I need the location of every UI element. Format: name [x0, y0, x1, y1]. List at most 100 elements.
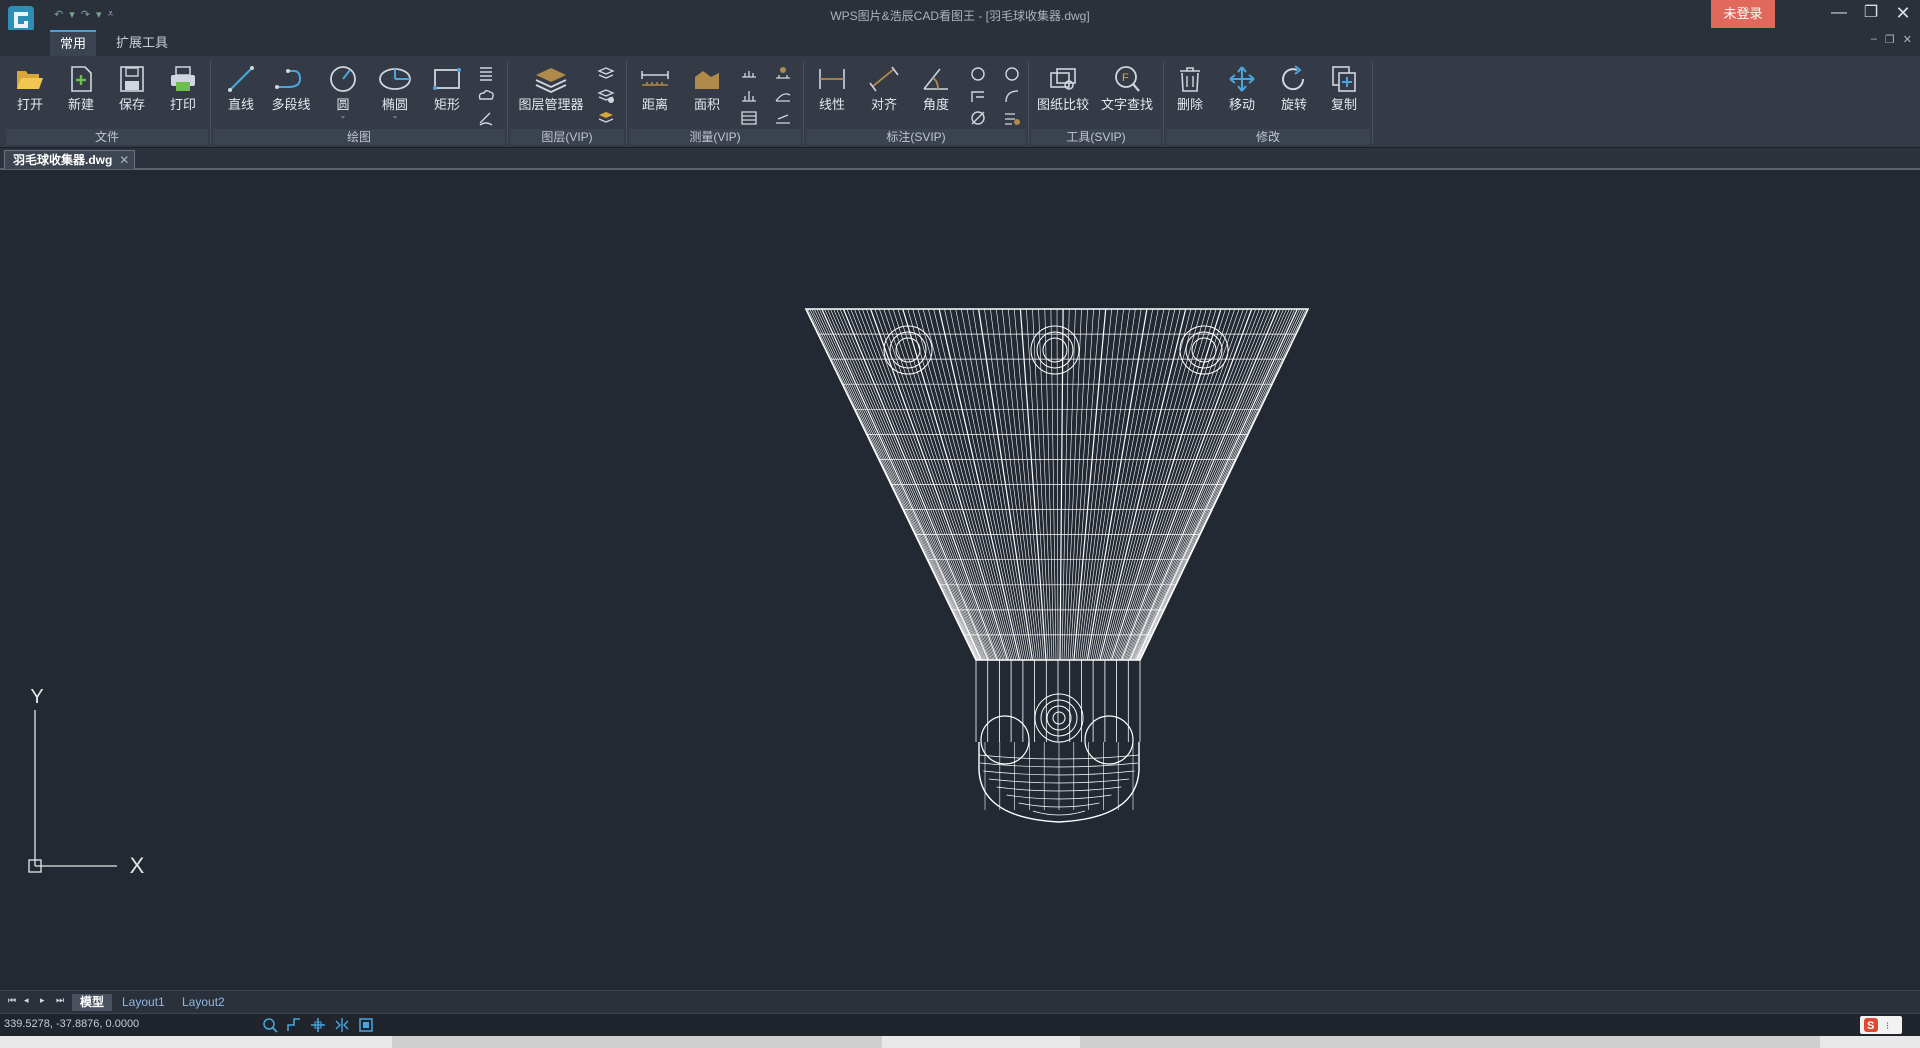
center-hole — [1034, 693, 1084, 743]
drawing-canvas[interactable]: Y X — [1, 170, 1919, 990]
dim-radius-icon[interactable] — [1002, 65, 1022, 85]
group-divider — [1372, 61, 1373, 143]
first-layout-icon[interactable]: ⏮ — [8, 995, 16, 1006]
dim-ordinate-icon[interactable] — [968, 87, 988, 107]
measure-angle-icon[interactable] — [773, 87, 793, 107]
rotate-button[interactable]: 旋转 — [1270, 61, 1318, 121]
group-divider — [507, 61, 508, 143]
aligned-dim-button[interactable]: 对齐 — [860, 61, 908, 121]
svg-text:F: F — [1122, 72, 1129, 84]
doc-minimize-icon[interactable]: – — [1871, 33, 1877, 46]
tab-layout1[interactable]: Layout1 — [114, 994, 173, 1011]
funnel-hole — [1036, 331, 1074, 369]
next-layout-icon[interactable]: ▸ — [40, 995, 45, 1006]
measure-table-icon[interactable] — [739, 109, 759, 129]
save-button[interactable]: 保存 — [108, 61, 156, 121]
tab-layout2[interactable]: Layout2 — [174, 994, 233, 1011]
layer-manager-button[interactable]: 图层管理器 — [512, 61, 590, 121]
dim-arc-icon[interactable] — [1002, 87, 1022, 107]
restore-icon[interactable]: ❐ — [1856, 2, 1886, 24]
document-window-controls: – ❐ ✕ — [1871, 33, 1912, 46]
print-button[interactable]: 打印 — [159, 61, 207, 121]
dim-diameter-icon[interactable] — [968, 109, 988, 129]
group-label-measure: 测量(VIP) — [629, 129, 801, 145]
move-button[interactable]: 移动 — [1218, 61, 1266, 121]
funnel-hole — [1030, 325, 1080, 375]
login-button[interactable]: 未登录 — [1711, 0, 1775, 28]
status-bar: 339.5278, -37.8876, 0.0000 S ⁝ — [0, 1013, 1920, 1036]
revcloud-icon[interactable] — [476, 87, 496, 107]
dim-circle-icon[interactable] — [968, 65, 988, 85]
new-button[interactable]: 新建 — [57, 61, 105, 121]
ortho-icon[interactable] — [286, 1017, 302, 1033]
measure-point-icon[interactable] — [773, 65, 793, 85]
tab-model[interactable]: 模型 — [72, 994, 113, 1011]
ribbon-tabs: 常用 扩展工具 – ❐ ✕ — [0, 30, 1920, 56]
measure-length-icon[interactable] — [773, 109, 793, 129]
prev-layout-icon[interactable]: ◂ — [24, 995, 29, 1006]
center-hole — [1046, 705, 1072, 731]
funnel-hole — [883, 325, 933, 375]
group-label-file: 文件 — [6, 129, 208, 145]
text-search-button[interactable]: F 文字查找 — [1097, 61, 1157, 121]
layout-tab-bar: ⏮ ◂ ▸ ⏭ 模型 Layout1 Layout2 — [0, 990, 1920, 1013]
doc-restore-icon[interactable]: ❐ — [1885, 33, 1895, 46]
document-tab[interactable]: 羽毛球收集器.dwg ✕ — [4, 150, 136, 169]
ruler-distance-icon — [641, 71, 669, 86]
group-divider — [210, 61, 211, 143]
circle-dropdown-icon[interactable]: ⌄ — [319, 112, 367, 120]
cursor-coordinates: 339.5278, -37.8876, 0.0000 — [4, 1018, 140, 1030]
area-button[interactable]: 面积 — [683, 61, 731, 121]
linear-dim-button[interactable]: 线性 — [808, 61, 856, 121]
line-button[interactable]: 直线 — [217, 61, 265, 121]
open-button[interactable]: 打开 — [6, 61, 54, 121]
ime-indicator[interactable]: S ⁝ — [1860, 1016, 1902, 1034]
measure-radius-icon[interactable] — [739, 87, 759, 107]
circle-icon — [330, 66, 356, 92]
fullscreen-icon[interactable] — [358, 1017, 374, 1033]
rectangle-button[interactable]: 矩形 — [423, 61, 471, 121]
taskbar-strip — [0, 1036, 1920, 1048]
tab-common[interactable]: 常用 — [50, 30, 97, 56]
layers-icon — [535, 68, 567, 93]
doc-close-icon[interactable]: ✕ — [1903, 33, 1912, 46]
layer-isolate-icon[interactable] — [596, 87, 616, 107]
polyline-button[interactable]: 多段线 — [267, 61, 315, 121]
distance-button[interactable]: 距离 — [631, 61, 679, 121]
dim-leader-icon[interactable] — [1002, 109, 1022, 129]
snap-icon[interactable] — [310, 1017, 326, 1033]
tab-extension-tools[interactable]: 扩展工具 — [106, 32, 178, 54]
ucs-y-label: Y — [30, 686, 43, 708]
group-dimension: 线性 对齐 角度 标注(SVIP) — [806, 59, 1029, 145]
ucs-x-label: X — [130, 853, 145, 878]
title-bar: ↶ ▾ ↷ ▾ ⩡ WPS图片&浩辰CAD看图王 - [羽毛球收集器.dwg] … — [0, 0, 1920, 32]
group-layer: 图层管理器 图层(VIP) — [510, 59, 627, 145]
tab-close-icon[interactable]: ✕ — [119, 151, 129, 169]
circle-button[interactable]: 圆 ⌄ — [319, 61, 367, 121]
group-modify: 删除 移动 旋转 复制 修改 — [1166, 59, 1373, 145]
line-icon — [228, 66, 254, 92]
ellipse-button[interactable]: 椭圆 ⌄ — [371, 61, 419, 121]
svg-text:⁝: ⁝ — [1886, 1021, 1889, 1032]
last-layout-icon[interactable]: ⏭ — [56, 995, 64, 1006]
sketch-icon[interactable] — [476, 109, 496, 129]
copy-button[interactable]: 复制 — [1320, 61, 1368, 121]
delete-button[interactable]: 删除 — [1166, 61, 1214, 121]
copy-icon — [1332, 66, 1356, 92]
close-icon[interactable]: ✕ — [1888, 2, 1918, 24]
angle-dim-button[interactable]: 角度 — [912, 61, 960, 121]
zoom-icon[interactable] — [262, 1017, 278, 1033]
group-label-modify: 修改 — [1166, 129, 1370, 145]
group-divider — [803, 61, 804, 143]
layer-match-icon[interactable] — [596, 109, 616, 129]
drawing-compare-button[interactable]: 图纸比较 — [1033, 61, 1093, 121]
group-divider — [626, 61, 627, 143]
hatch-icon[interactable] — [476, 65, 496, 85]
ellipse-dropdown-icon[interactable]: ⌄ — [371, 112, 419, 120]
mirror-icon[interactable] — [334, 1017, 350, 1033]
window-title: WPS图片&浩辰CAD看图王 - [羽毛球收集器.dwg] — [830, 9, 1090, 23]
minimize-icon[interactable]: — — [1824, 2, 1854, 24]
measure-arc-icon[interactable] — [739, 65, 759, 85]
layer-state-icon[interactable] — [596, 65, 616, 85]
cup-hole — [1084, 715, 1134, 765]
